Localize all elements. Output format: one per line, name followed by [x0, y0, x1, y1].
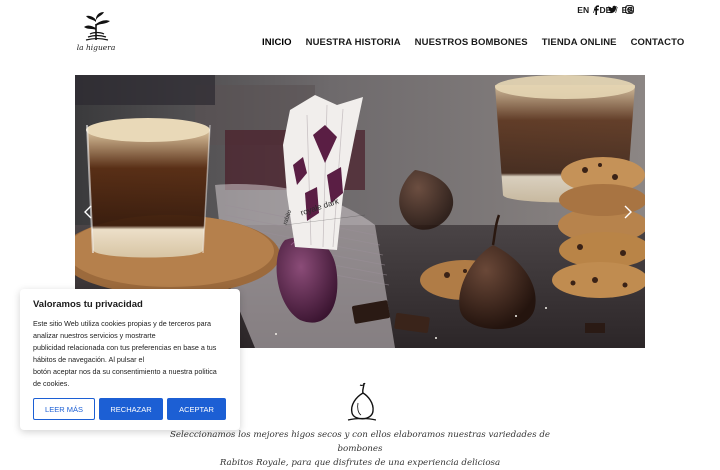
reject-button[interactable]: RECHAZAR — [99, 398, 163, 420]
nav-item-nuestra-historia[interactable]: NUESTRA HISTORIA — [306, 37, 401, 48]
facebook-icon[interactable] — [591, 4, 600, 15]
cookie-text-line: botón aceptar nos da su consentimiento a… — [33, 367, 217, 376]
cookie-text-line: Este sitio Web utiliza cookies propias y… — [33, 319, 212, 328]
nav-item-nuestros-bombones[interactable]: NUESTROS BOMBONES — [415, 37, 528, 48]
main-nav: INICIO NUESTRA HISTORIA NUESTROS BOMBONE… — [262, 37, 684, 48]
cookie-text-line: analizar nuestros servicios y mostrarte — [33, 331, 156, 340]
nav-item-tienda-online[interactable]: TIENDA ONLINE — [542, 37, 617, 48]
read-more-button[interactable]: LEER MÁS — [33, 398, 95, 420]
intro-text: Seleccionamos los mejores higos secos y … — [160, 428, 560, 470]
brand-logo[interactable]: la higuera — [76, 10, 116, 56]
nav-item-contacto[interactable]: CONTACTO — [631, 37, 685, 48]
cookie-description: Este sitio Web utiliza cookies propias y… — [33, 318, 227, 390]
twitter-icon[interactable] — [608, 4, 617, 15]
intro-line-2: Rabitos Royale, para que disfrutes de un… — [219, 458, 501, 468]
social-links — [591, 4, 634, 15]
slider-prev-chevron-icon[interactable] — [83, 205, 95, 219]
cookie-text-line: hábitos de navegación. Al pulsar el — [33, 355, 145, 364]
cookie-buttons: LEER MÁS RECHAZAR ACEPTAR — [33, 398, 226, 420]
fig-icon — [346, 381, 377, 423]
accept-button[interactable]: ACEPTAR — [167, 398, 226, 420]
nav-item-inicio[interactable]: INICIO — [262, 37, 292, 48]
site-header: la higuera EN / DE / ES INICIO NUESTRA H… — [0, 0, 720, 70]
cookie-title: Valoramos tu privacidad — [33, 299, 143, 310]
slider-next-chevron-icon[interactable] — [623, 205, 635, 219]
brand-name: la higuera — [76, 43, 116, 52]
intro-line-1: Seleccionamos los mejores higos secos y … — [169, 430, 551, 454]
cookie-text-line: publicidad relacionada con tus preferenc… — [33, 343, 217, 352]
cookie-consent-banner: Valoramos tu privacidad Este sitio Web u… — [20, 289, 240, 430]
cookie-text-line: de cookies. — [33, 379, 70, 388]
fig-tree-logo-icon — [84, 12, 110, 41]
instagram-icon[interactable] — [625, 4, 634, 15]
lang-en[interactable]: EN — [577, 5, 589, 15]
